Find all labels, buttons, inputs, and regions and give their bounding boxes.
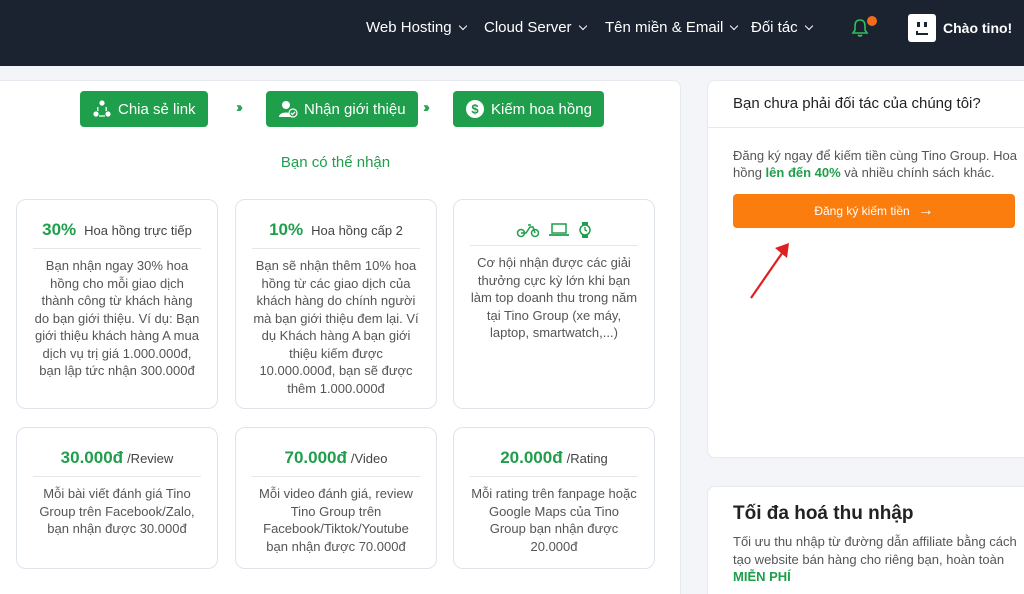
card-value: 70.000đ (284, 448, 347, 467)
user-check-icon (278, 99, 298, 119)
double-chevron-icon: ›› (423, 99, 430, 116)
card-level2-commission: 10% Hoa hồng cấp 2 Bạn sẽ nhận thêm 10% h… (235, 199, 437, 409)
dollar-icon: $ (465, 99, 485, 119)
card-label: Hoa hồng cấp 2 (311, 223, 403, 238)
card-rating-reward: 20.000đ/Rating Mỗi rating trên fanpage h… (453, 427, 655, 569)
annotation-arrow-icon (750, 243, 789, 299)
step-earn-commission: $ Kiếm hoa hồng (453, 91, 604, 127)
card-top-revenue-prizes: Cơ hội nhận được các giải thưởng cực kỳ … (453, 199, 655, 409)
top-navbar: Web Hosting Cloud Server Tên miền & Emai… (0, 0, 1024, 66)
benefits-subtitle: Bạn có thể nhận (280, 154, 391, 171)
nav-domain-email[interactable]: Tên miền & Email (605, 19, 739, 36)
user-greeting[interactable]: Chào tino! (943, 20, 1012, 36)
free-highlight: MIỄN PHÍ (733, 569, 791, 584)
card-value: 30.000đ (60, 448, 124, 467)
chevron-down-icon (458, 21, 467, 30)
nav-cloud-server[interactable]: Cloud Server (484, 19, 587, 36)
step-share-link: Chia sẻ link (80, 91, 208, 127)
double-chevron-icon: ›› (236, 99, 243, 116)
prize-icons (470, 220, 638, 246)
button-label: Đăng ký kiếm tiền (814, 204, 910, 218)
card-value: 10% (269, 220, 304, 239)
partner-description: Đăng ký ngay để kiếm tiền cùng Tino Grou… (733, 148, 1017, 180)
chevron-down-icon (578, 21, 587, 30)
card-video-reward: 70.000đ/Video Mỗi video đánh giá, review… (235, 427, 437, 569)
nav-label: Web Hosting (366, 19, 452, 36)
step-label: Kiếm hoa hồng (491, 100, 592, 118)
notification-dot (867, 16, 877, 26)
chevron-down-icon (804, 21, 813, 30)
card-review-reward: 30.000đ/Review Mỗi bài viết đánh giá Tin… (16, 427, 218, 569)
card-value: 20.000đ (500, 448, 563, 467)
motorbike-icon (516, 223, 540, 237)
avatar[interactable] (908, 14, 936, 42)
card-label: /Review (127, 451, 174, 466)
card-value: 30% (42, 220, 77, 239)
nav-label: Cloud Server (484, 19, 572, 36)
card-label: /Video (350, 451, 388, 466)
chevron-down-icon (730, 21, 739, 30)
step-label: Nhận giới thiệu (304, 100, 406, 118)
card-description: Mỗi bài viết đánh giá Tino Group trên Fa… (39, 486, 195, 536)
card-label: /Rating (566, 451, 608, 466)
card-description: Mỗi rating trên fanpage hoặc Google Maps… (471, 486, 637, 554)
arrow-right-icon: → (917, 202, 934, 219)
card-description: Bạn nhận ngay 30% hoa hồng cho mỗi giao … (34, 258, 200, 378)
maximize-title: Tối đa hoá thu nhập (733, 503, 914, 524)
commission-highlight: lên đến 40% (765, 165, 841, 180)
share-icon (92, 99, 112, 119)
nav-label: Tên miền & Email (605, 19, 724, 36)
nav-partner[interactable]: Đối tác (751, 19, 813, 36)
register-earn-button[interactable]: Đăng ký kiếm tiền → (733, 194, 1015, 228)
maximize-description: Tối ưu thu nhập từ đường dẫn affiliate b… (733, 534, 1017, 567)
card-label: Hoa hồng trực tiếp (84, 223, 192, 238)
step-label: Chia sẻ link (118, 100, 196, 118)
partner-panel-title: Bạn chưa phải đối tác của chúng tôi? (733, 95, 981, 112)
nav-web-hosting[interactable]: Web Hosting (366, 19, 467, 36)
divider (708, 127, 1024, 128)
laptop-icon (549, 222, 569, 236)
step-get-referral: Nhận giới thiệu (266, 91, 418, 127)
card-description: Mỗi video đánh giá, review Tino Group tr… (259, 486, 413, 554)
svg-text:$: $ (471, 102, 479, 117)
card-description: Bạn sẽ nhận thêm 10% hoa hồng từ các gia… (253, 258, 419, 396)
card-description: Cơ hội nhận được các giải thưởng cực kỳ … (470, 255, 638, 340)
card-direct-commission: 30% Hoa hồng trực tiếp Bạn nhận ngay 30% … (16, 199, 218, 409)
smartwatch-icon (579, 221, 591, 238)
nav-label: Đối tác (751, 19, 798, 36)
